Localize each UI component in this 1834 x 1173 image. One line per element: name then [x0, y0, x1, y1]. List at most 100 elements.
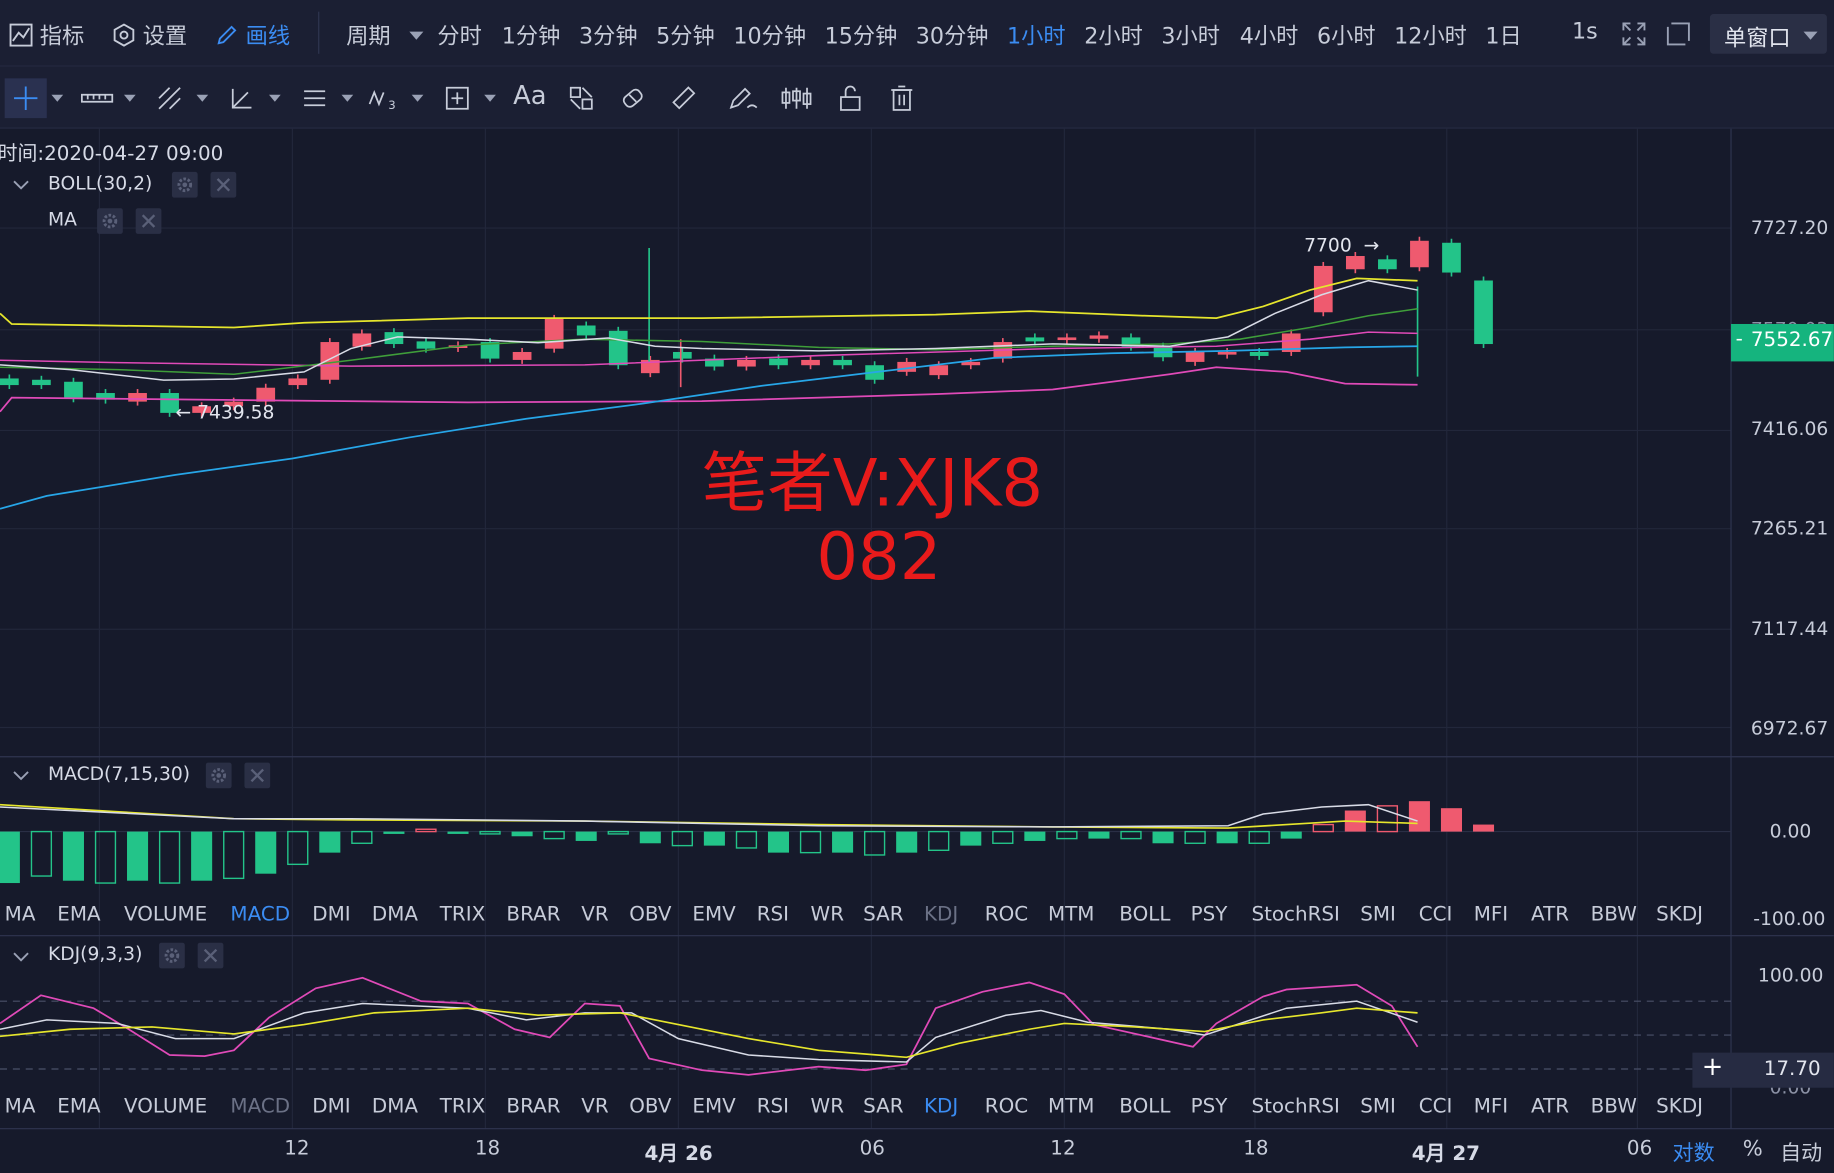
indicator-tab-emv[interactable]: EMV: [692, 1095, 735, 1118]
indicator-tab-psy[interactable]: PSY: [1191, 1095, 1228, 1118]
indicator-tab-volume[interactable]: VOLUME: [124, 903, 207, 926]
indicator-tab-mtm[interactable]: MTM: [1048, 1095, 1094, 1118]
ruler-icon[interactable]: [77, 81, 117, 116]
period-dropdown[interactable]: 周期: [346, 19, 424, 51]
collapse-icon[interactable]: [12, 766, 31, 788]
fullscreen-icon[interactable]: [1614, 16, 1654, 51]
text-icon[interactable]: Aa: [510, 78, 550, 113]
indicator-tab-atr[interactable]: ATR: [1531, 1095, 1569, 1118]
indicator-tab-dmi[interactable]: DMI: [312, 1095, 350, 1118]
indicator-tab-ma[interactable]: MA: [5, 1095, 36, 1118]
angle-icon[interactable]: [222, 81, 262, 116]
indicator-tab-mfi[interactable]: MFI: [1474, 1095, 1508, 1118]
chevron-down-icon[interactable]: [484, 94, 496, 102]
collapse-icon[interactable]: [12, 175, 31, 197]
measure-icon[interactable]: [437, 81, 477, 116]
gear-icon[interactable]: [97, 208, 123, 234]
timeframe-11[interactable]: 6小时: [1317, 19, 1376, 51]
indicator-tab-wr[interactable]: WR: [811, 1095, 844, 1118]
timeframe-13[interactable]: 1日: [1485, 19, 1521, 51]
indicator-tab-kdj[interactable]: KDJ: [924, 903, 958, 926]
chevron-down-icon[interactable]: [269, 94, 281, 102]
indicator-tab-cci[interactable]: CCI: [1419, 1095, 1453, 1118]
chevron-down-icon[interactable]: [341, 94, 354, 102]
interval-label[interactable]: 1s: [1572, 19, 1598, 45]
indicator-button[interactable]: 指标: [9, 19, 84, 53]
ruler-measure-icon[interactable]: [664, 81, 704, 116]
collapse-icon[interactable]: [12, 947, 31, 969]
indicator-tab-vr[interactable]: VR: [581, 1095, 608, 1118]
fibonacci-icon[interactable]: 3: [365, 81, 405, 116]
screenshot-icon[interactable]: [1658, 16, 1698, 51]
indicator-tab-stochrsi[interactable]: StochRSI: [1251, 903, 1339, 926]
indicator-tab-bbw[interactable]: BBW: [1591, 903, 1637, 926]
indicator-tab-skdj[interactable]: SKDJ: [1656, 903, 1703, 926]
indicator-tab-mtm[interactable]: MTM: [1048, 903, 1094, 926]
indicator-tab-obv[interactable]: OBV: [629, 903, 671, 926]
timeframe-4[interactable]: 10分钟: [733, 19, 806, 51]
indicator-tab-atr[interactable]: ATR: [1531, 903, 1569, 926]
indicator-tab-stochrsi[interactable]: StochRSI: [1251, 1095, 1339, 1118]
indicator-tab-rsi[interactable]: RSI: [757, 903, 789, 926]
indicator-tab-boll[interactable]: BOLL: [1119, 903, 1170, 926]
brush-icon[interactable]: [723, 81, 763, 116]
indicator-tab-sar[interactable]: SAR: [863, 1095, 903, 1118]
eraser-icon[interactable]: [613, 81, 653, 116]
indicator-tab-psy[interactable]: PSY: [1191, 903, 1228, 926]
timeframe-3[interactable]: 5分钟: [656, 19, 715, 51]
trend-line-icon[interactable]: [150, 81, 190, 116]
plus-icon[interactable]: +: [1702, 1053, 1724, 1082]
indicator-tab-cci[interactable]: CCI: [1419, 903, 1453, 926]
gear-icon[interactable]: [159, 942, 185, 969]
crosshair-icon[interactable]: [4, 78, 47, 119]
timeframe-8[interactable]: 2小时: [1084, 19, 1143, 51]
gear-icon[interactable]: [205, 762, 232, 789]
chevron-down-icon[interactable]: [196, 94, 209, 102]
indicator-tab-sar[interactable]: SAR: [863, 903, 903, 926]
gear-icon[interactable]: [171, 171, 198, 198]
trash-icon[interactable]: [882, 81, 922, 116]
chevron-down-icon[interactable]: [411, 94, 424, 102]
indicator-tab-volume[interactable]: VOLUME: [124, 1095, 207, 1118]
indicator-tab-rsi[interactable]: RSI: [757, 1095, 789, 1118]
draw-button[interactable]: 画线: [215, 19, 290, 53]
candle-icon[interactable]: [777, 81, 817, 116]
indicator-tab-emv[interactable]: EMV: [692, 903, 735, 926]
indicator-tab-trix[interactable]: TRIX: [440, 1095, 485, 1118]
indicator-tab-skdj[interactable]: SKDJ: [1656, 1095, 1703, 1118]
indicator-tab-dma[interactable]: DMA: [372, 1095, 418, 1118]
timeframe-10[interactable]: 4小时: [1240, 19, 1299, 51]
timeframe-12[interactable]: 12小时: [1394, 19, 1467, 51]
indicator-tab-roc[interactable]: ROC: [985, 903, 1028, 926]
timeframe-7[interactable]: 1小时: [1007, 19, 1066, 51]
indicator-tab-boll[interactable]: BOLL: [1119, 1095, 1170, 1118]
indicator-tab-dmi[interactable]: DMI: [312, 903, 350, 926]
auto-scale-button[interactable]: 自动: [1780, 1137, 1822, 1167]
chevron-down-icon[interactable]: [123, 94, 136, 102]
indicator-tab-smi[interactable]: SMI: [1360, 1095, 1396, 1118]
indicator-tab-obv[interactable]: OBV: [629, 1095, 671, 1118]
indicator-tab-ema[interactable]: EMA: [57, 1095, 100, 1118]
indicator-tab-bbw[interactable]: BBW: [1591, 1095, 1637, 1118]
close-icon[interactable]: [197, 942, 224, 969]
indicator-tab-brar[interactable]: BRAR: [506, 1095, 560, 1118]
timeframe-9[interactable]: 3小时: [1161, 19, 1220, 51]
parallel-channel-icon[interactable]: [295, 81, 335, 116]
close-icon[interactable]: [210, 171, 237, 198]
lock-icon[interactable]: [830, 81, 870, 116]
close-icon[interactable]: [135, 208, 162, 234]
indicator-tab-brar[interactable]: BRAR: [506, 903, 560, 926]
timeframe-0[interactable]: 分时: [437, 19, 481, 51]
indicator-tab-ema[interactable]: EMA: [57, 903, 100, 926]
settings-button[interactable]: 设置: [112, 19, 187, 53]
indicator-tab-trix[interactable]: TRIX: [440, 903, 485, 926]
indicator-tab-kdj[interactable]: KDJ: [924, 1095, 958, 1118]
close-icon[interactable]: [244, 762, 271, 789]
log-scale-button[interactable]: 对数: [1673, 1137, 1715, 1167]
timeframe-1[interactable]: 1分钟: [502, 19, 561, 51]
indicator-tab-macd[interactable]: MACD: [230, 1095, 290, 1118]
indicator-tab-macd[interactable]: MACD: [230, 903, 290, 926]
percent-scale-button[interactable]: %: [1743, 1137, 1763, 1162]
indicator-tab-ma[interactable]: MA: [5, 903, 36, 926]
indicator-tab-smi[interactable]: SMI: [1360, 903, 1396, 926]
